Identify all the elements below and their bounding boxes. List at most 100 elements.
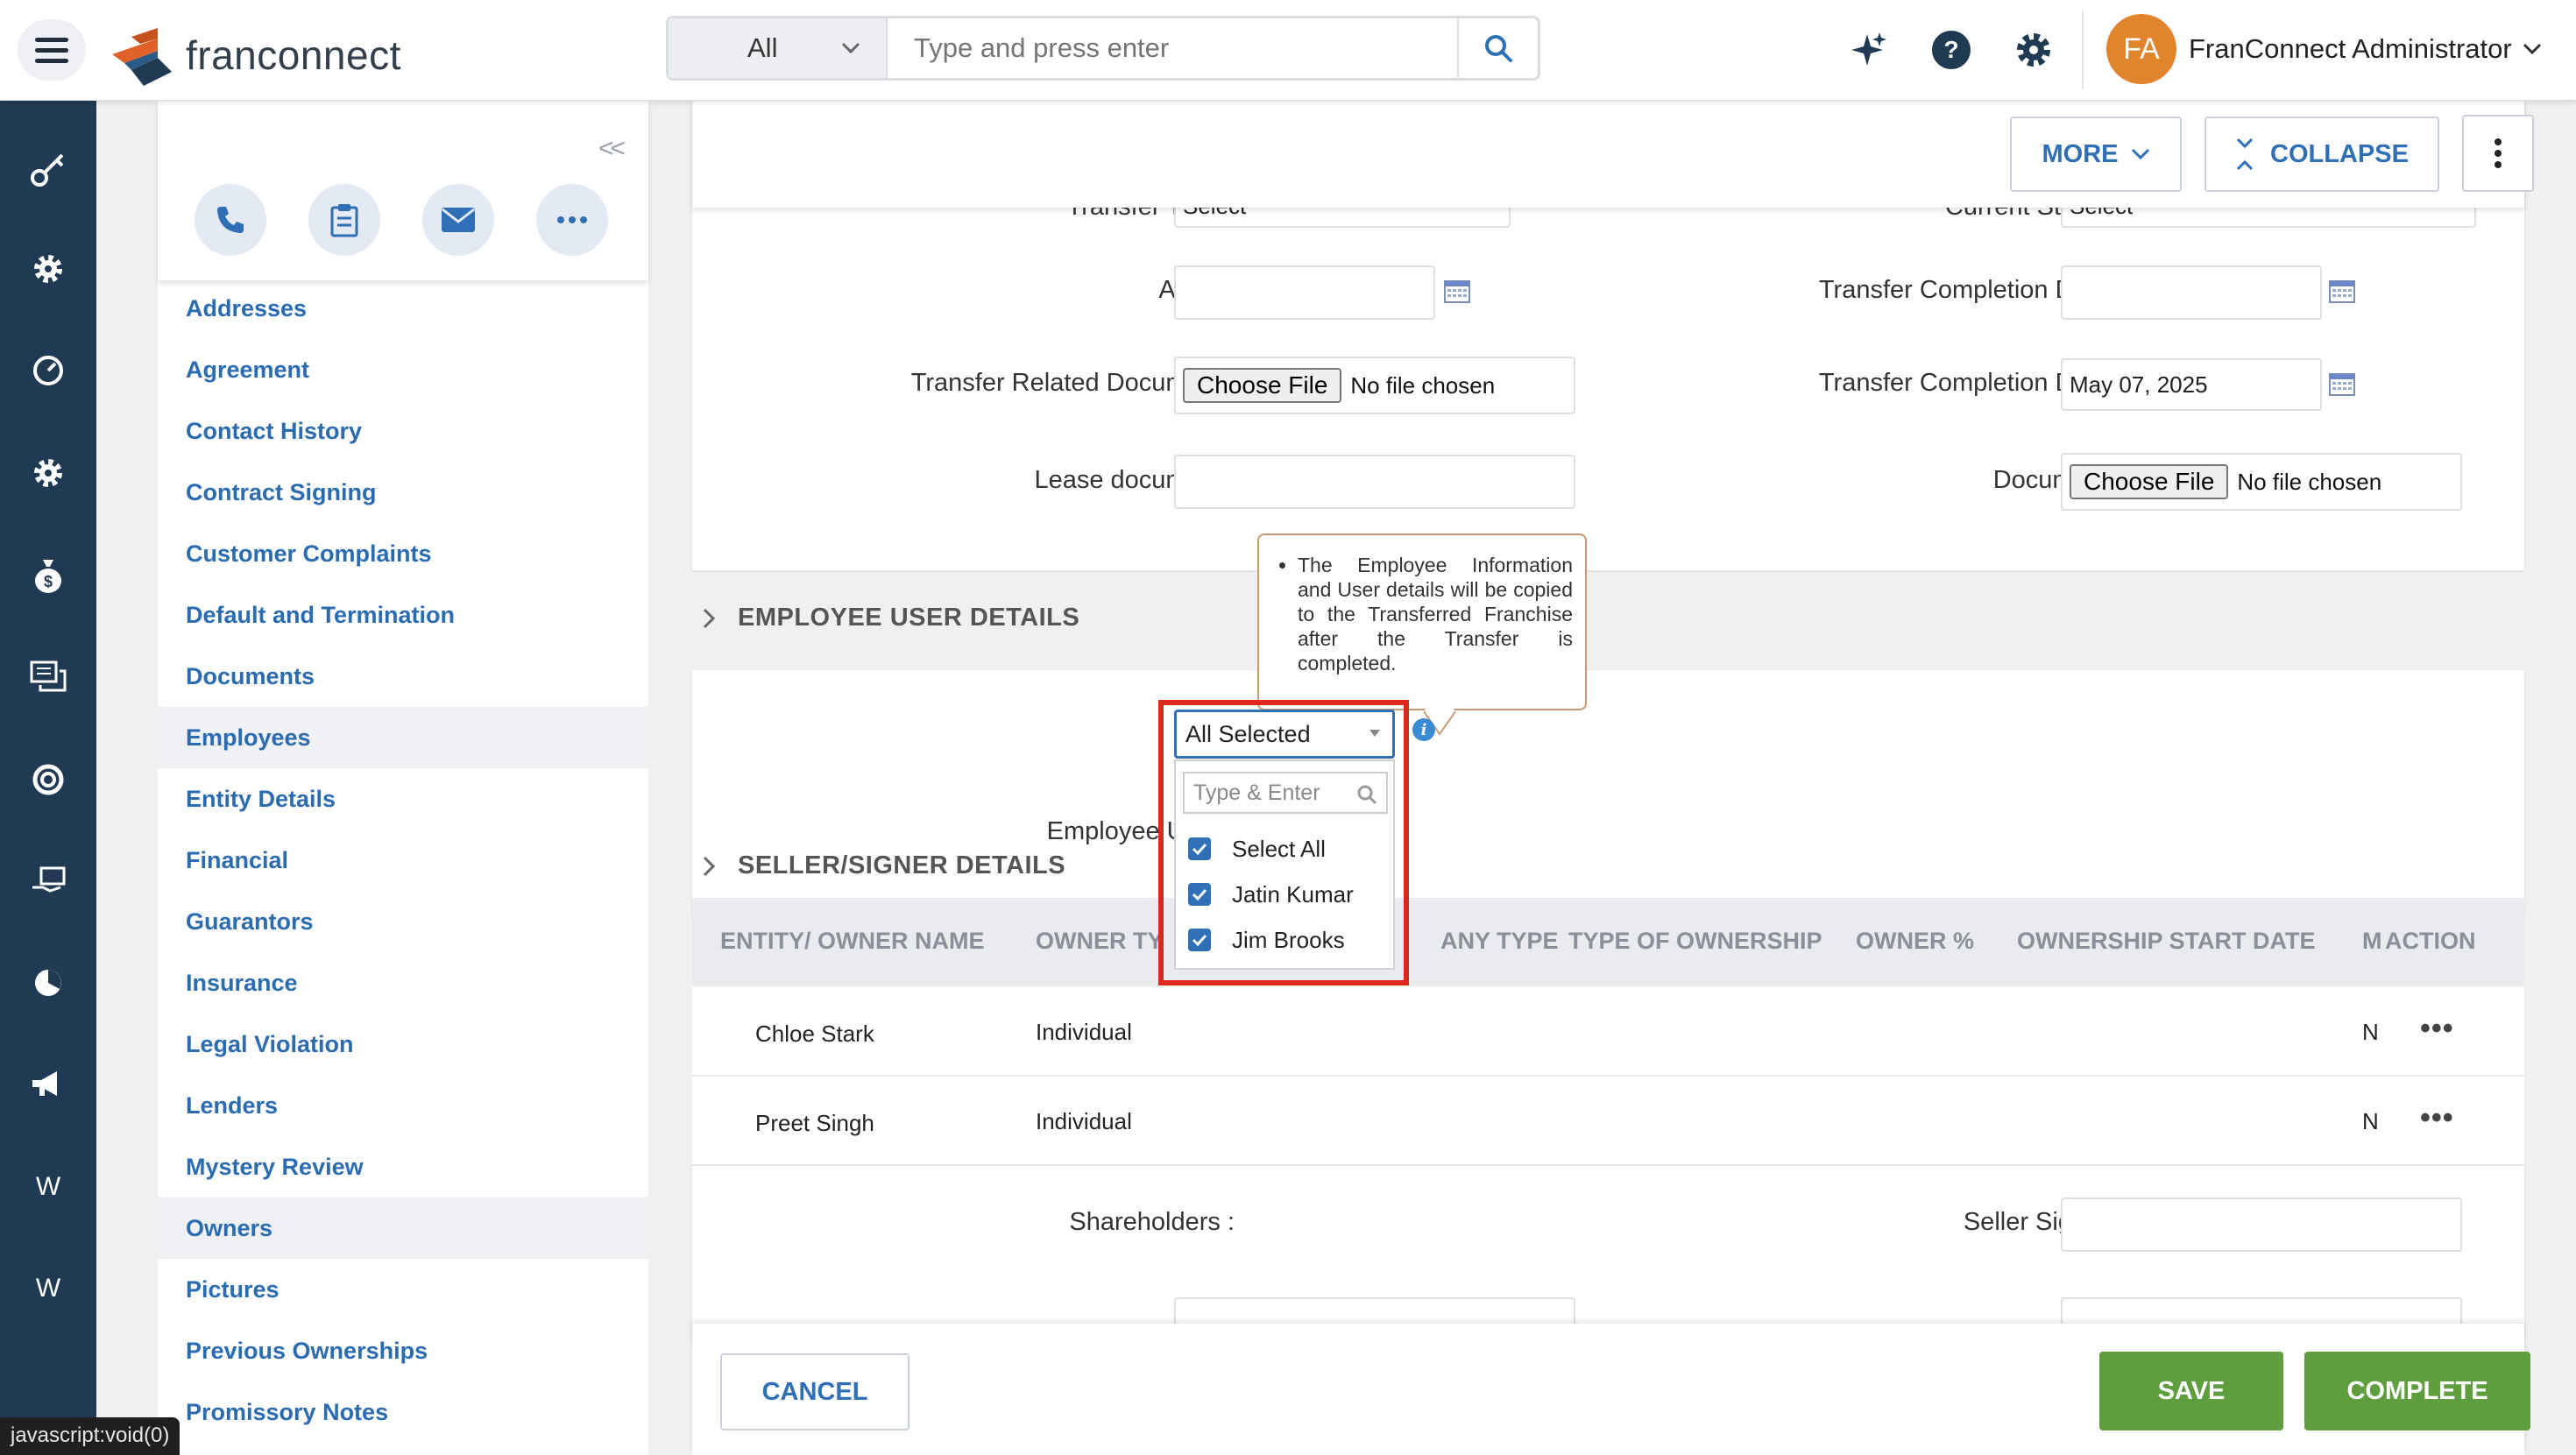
- chevron-down-icon[interactable]: [2522, 42, 2543, 56]
- row-actions-button[interactable]: •••: [2420, 1012, 2454, 1046]
- rail-support-button[interactable]: [0, 745, 96, 815]
- search-input[interactable]: [888, 18, 1457, 78]
- seller-signer-input[interactable]: [2061, 1197, 2462, 1252]
- sidebar-item-legal-violation[interactable]: Legal Violation: [158, 1014, 648, 1075]
- form-footer: CANCEL SAVE COMPLETE: [692, 1324, 2530, 1455]
- info-icon[interactable]: i: [1412, 718, 1435, 741]
- sidebar-item-financial[interactable]: Financial: [158, 830, 648, 891]
- employee-user-details-header[interactable]: EMPLOYEE USER DETAILS: [703, 604, 1079, 632]
- caret-down-icon: [1369, 730, 1380, 737]
- employee-user-select[interactable]: All Selected: [1174, 710, 1395, 759]
- sidebar-item-agreement[interactable]: Agreement: [158, 339, 648, 400]
- col-owner-percent[interactable]: OWNER %: [1856, 928, 1974, 955]
- help-button[interactable]: ?: [1928, 26, 1975, 74]
- as-of-input[interactable]: [1174, 265, 1435, 320]
- calendar-icon[interactable]: [1444, 280, 1470, 303]
- sidebar-item-pictures[interactable]: Pictures: [158, 1259, 648, 1320]
- rail-messages-button[interactable]: [0, 642, 96, 712]
- sidebar-item-documents[interactable]: Documents: [158, 646, 648, 707]
- search-scope-select[interactable]: All: [669, 18, 888, 78]
- sidebar-item-entity-details[interactable]: Entity Details: [158, 768, 648, 830]
- rail-marketing-button[interactable]: [0, 1049, 96, 1120]
- more-button[interactable]: MORE: [2010, 117, 2182, 192]
- choose-file-button[interactable]: Choose File: [2070, 464, 2229, 499]
- settings-button[interactable]: [2010, 26, 2057, 74]
- left-rail: $ W W: [0, 101, 96, 1455]
- collapse-button[interactable]: COLLAPSE: [2204, 117, 2439, 192]
- transfer-completion-date-input-2[interactable]: May 07, 2025: [2061, 358, 2322, 411]
- checkbox-checked-icon[interactable]: [1188, 929, 1211, 951]
- search-icon: [1485, 35, 1512, 62]
- complete-button[interactable]: COMPLETE: [2304, 1352, 2530, 1430]
- checkbox-checked-icon[interactable]: [1188, 883, 1211, 906]
- option-label: Jim Brooks: [1232, 926, 1345, 953]
- user-name[interactable]: FranConnect Administrator: [2189, 33, 2512, 65]
- sidebar-item-guarantors[interactable]: Guarantors: [158, 891, 648, 952]
- rail-reports-button[interactable]: [0, 948, 96, 1018]
- row-actions-button[interactable]: •••: [2420, 1101, 2454, 1135]
- sidebar-item-owners[interactable]: Owners: [158, 1197, 648, 1259]
- sidebar-item-mystery-review[interactable]: Mystery Review: [158, 1136, 648, 1197]
- search-scope-value: All: [747, 32, 778, 63]
- sidebar-item-customer-complaints[interactable]: Customer Complaints: [158, 523, 648, 584]
- sidebar-item-previous-ownerships[interactable]: Previous Ownerships: [158, 1320, 648, 1381]
- option-jatin-kumar[interactable]: Jatin Kumar: [1188, 877, 1354, 912]
- rail-w-button-2[interactable]: W: [0, 1254, 96, 1324]
- sidebar-item-insurance[interactable]: Insurance: [158, 952, 648, 1014]
- col-owner-type[interactable]: OWNER TY: [1036, 928, 1164, 955]
- sidebar-item-contract-signing[interactable]: Contract Signing: [158, 462, 648, 523]
- search-button[interactable]: [1457, 18, 1538, 78]
- checkbox-checked-icon[interactable]: [1188, 837, 1211, 860]
- seller-signer-details-header[interactable]: SELLER/SIGNER DETAILS: [703, 851, 1065, 880]
- save-button[interactable]: SAVE: [2099, 1352, 2283, 1430]
- support-icon: [32, 764, 64, 795]
- header-divider: [2082, 11, 2084, 89]
- rail-finance-button[interactable]: $: [0, 540, 96, 611]
- dropdown-search-input[interactable]: Type & Enter: [1183, 772, 1388, 814]
- col-truncated[interactable]: M: [2362, 928, 2382, 955]
- rail-settings-button[interactable]: [0, 234, 96, 304]
- owner-name: Chloe Stark: [755, 1021, 874, 1047]
- rail-sales-button[interactable]: [0, 845, 96, 915]
- sidebar-item-addresses[interactable]: Addresses: [158, 278, 648, 339]
- task-button[interactable]: [308, 184, 380, 256]
- sidebar-item-employees[interactable]: Employees: [158, 707, 648, 768]
- email-button[interactable]: [422, 184, 494, 256]
- chevron-down-icon: [2131, 148, 2149, 160]
- key-icon: [31, 153, 64, 187]
- sidebar-actions: <<: [158, 101, 648, 280]
- gear-icon: [2017, 33, 2050, 67]
- sidebar-item-contact-history[interactable]: Contact History: [158, 400, 648, 462]
- col-type-of-ownership[interactable]: TYPE OF OWNERSHIP: [1568, 928, 1822, 955]
- sidebar-item-lenders[interactable]: Lenders: [158, 1075, 648, 1136]
- choose-file-button[interactable]: Choose File: [1183, 368, 1342, 403]
- col-entity-owner-name[interactable]: ENTITY/ OWNER NAME: [720, 928, 985, 955]
- franconnect-logo[interactable]: franconnect: [105, 19, 401, 91]
- sidebar-item-default-termination[interactable]: Default and Termination: [158, 584, 648, 646]
- cancel-button[interactable]: CANCEL: [720, 1353, 909, 1430]
- employee-section-title: EMPLOYEE USER DETAILS: [738, 604, 1080, 632]
- call-button[interactable]: [195, 184, 266, 256]
- rail-w-button-1[interactable]: W: [0, 1152, 96, 1222]
- transfer-completion-date-input-1[interactable]: [2061, 265, 2322, 320]
- col-company-type[interactable]: ANY TYPE: [1440, 928, 1559, 955]
- option-jim-brooks[interactable]: Jim Brooks: [1188, 922, 1345, 957]
- transfer-related-document-file: Choose File No file chosen: [1174, 357, 1575, 414]
- rail-dashboard-button[interactable]: [0, 335, 96, 406]
- rail-key-button[interactable]: [0, 134, 96, 204]
- hamburger-menu-button[interactable]: [18, 19, 86, 81]
- more-actions-button[interactable]: [536, 184, 608, 256]
- kebab-menu-button[interactable]: [2462, 115, 2534, 192]
- calendar-icon[interactable]: [2329, 280, 2355, 303]
- calendar-icon[interactable]: [2329, 373, 2355, 396]
- sidebar-item-promissory-notes[interactable]: Promissory Notes: [158, 1381, 648, 1443]
- avatar[interactable]: FA: [2106, 14, 2176, 84]
- option-select-all[interactable]: Select All: [1188, 831, 1326, 866]
- rail-admin-button[interactable]: [0, 438, 96, 508]
- lease-document-input[interactable]: [1174, 455, 1575, 509]
- ai-sparkle-button[interactable]: [1845, 26, 1893, 74]
- sidebar-collapse-button[interactable]: <<: [598, 134, 626, 164]
- document-file: Choose File No file chosen: [2061, 453, 2462, 511]
- dropdown-search-placeholder: Type & Enter: [1193, 780, 1320, 805]
- col-ownership-start-date[interactable]: OWNERSHIP START DATE: [2017, 928, 2316, 955]
